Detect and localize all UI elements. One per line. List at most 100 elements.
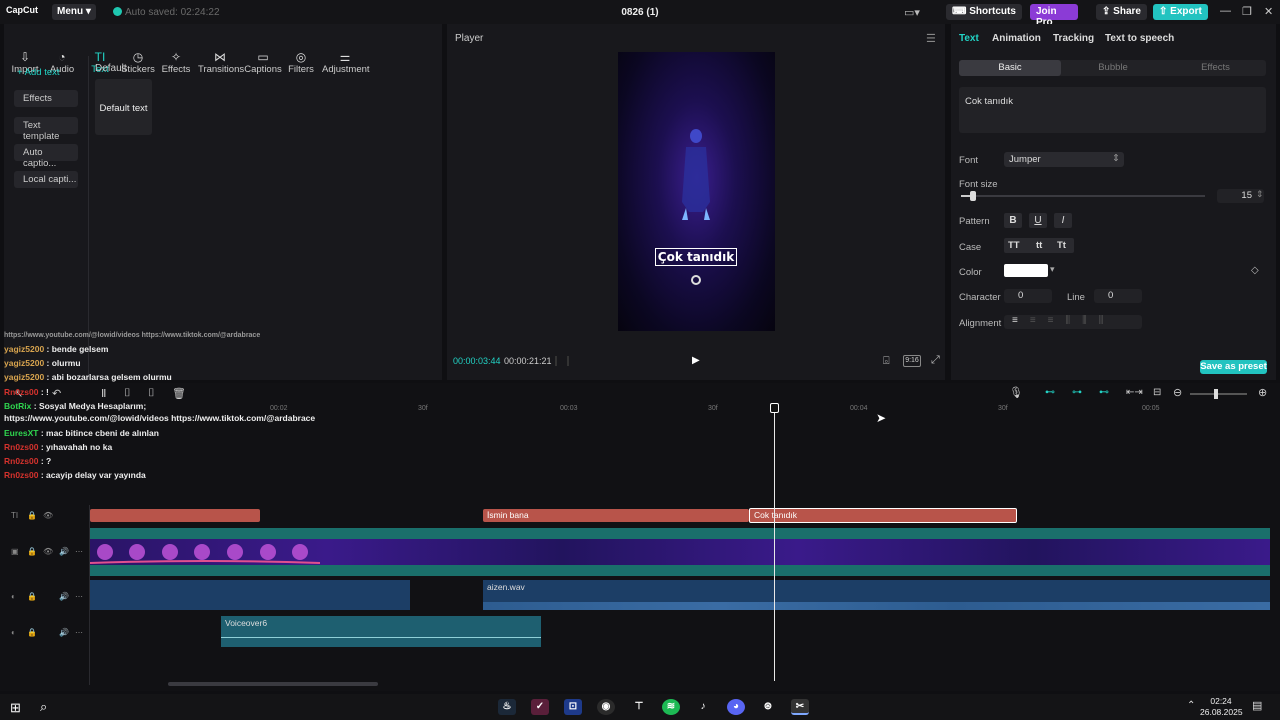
zoom-slider-handle[interactable]: [1214, 389, 1218, 399]
eye-icon[interactable]: 👁: [43, 511, 53, 520]
app-icon[interactable]: ⊤: [630, 699, 648, 715]
text-clip-cok-tanidik[interactable]: Cok tanıdık: [749, 508, 1017, 523]
minimize-icon[interactable]: —: [1220, 5, 1231, 17]
split-icon[interactable]: Ⅱ: [101, 387, 106, 400]
tab-text[interactable]: Text: [959, 33, 979, 44]
caption-icon[interactable]: ⊟: [1153, 387, 1161, 398]
search-icon[interactable]: ⌕: [40, 699, 47, 715]
link-main-icon[interactable]: ⊷: [1045, 387, 1055, 398]
steam-icon[interactable]: ♨: [498, 699, 516, 715]
ratio-button[interactable]: 9:16: [903, 355, 921, 367]
chevron-up-icon[interactable]: ⌃: [1187, 700, 1195, 711]
sidebar-item-auto-captions[interactable]: Auto captio...: [14, 144, 78, 169]
tab-tracking[interactable]: Tracking: [1053, 33, 1094, 44]
lock-icon[interactable]: 🔒: [27, 628, 37, 637]
link-icon[interactable]: ⊷: [1099, 387, 1109, 398]
app-icon[interactable]: ⊡: [564, 699, 582, 715]
playhead[interactable]: [774, 405, 775, 681]
character-input[interactable]: 0: [1004, 289, 1052, 303]
audio-clip-aizen[interactable]: aizen.wav: [483, 580, 1270, 610]
speaker-icon[interactable]: 🔊: [59, 547, 69, 556]
more-icon[interactable]: ⋯: [75, 592, 83, 601]
tiktok-icon[interactable]: ♪: [694, 699, 712, 715]
chrome-icon[interactable]: ◉: [597, 699, 615, 715]
fullscreen-icon[interactable]: ⤢: [931, 354, 940, 367]
lock-icon[interactable]: 🔒: [27, 547, 37, 556]
text-clip-ismin-bana[interactable]: İsmin bana: [483, 509, 749, 522]
font-select[interactable]: Jumper ⇕: [1004, 152, 1124, 167]
audio-clip[interactable]: [90, 580, 410, 610]
shortcuts-button[interactable]: ⌨ Shortcuts: [946, 4, 1022, 20]
undo-icon[interactable]: ↶: [52, 387, 61, 400]
play-icon[interactable]: ▶: [692, 355, 700, 366]
export-button[interactable]: ⇧ Export: [1153, 4, 1208, 20]
case-lower-button[interactable]: tt: [1036, 240, 1042, 251]
hamburger-icon[interactable]: ☰: [926, 32, 936, 45]
tab-text-to-speech[interactable]: Text to speech: [1105, 33, 1174, 44]
notification-icon[interactable]: ▤: [1252, 699, 1262, 712]
app-icon[interactable]: ✓: [531, 699, 549, 715]
save-as-preset-button[interactable]: Save as preset: [1200, 360, 1267, 374]
font-size-slider[interactable]: [961, 191, 1205, 201]
align-center-icon[interactable]: ≡: [1012, 315, 1030, 326]
text-content-input[interactable]: Cok tanıdık: [959, 87, 1266, 133]
trim-right-icon[interactable]: ⌷: [148, 387, 155, 400]
speaker-icon[interactable]: 🔊: [59, 628, 69, 637]
zoom-out-icon[interactable]: ⊖: [1173, 386, 1182, 399]
lock-icon[interactable]: 🔒: [27, 511, 37, 520]
toolbar-adjustment[interactable]: ⚌ Adjustment: [322, 50, 370, 75]
text-overlay-box[interactable]: Çok tanıdık: [655, 248, 737, 266]
sidebar-item-text-template[interactable]: Text template: [14, 117, 78, 142]
voiceover-clip[interactable]: Voiceover6: [221, 616, 541, 647]
zoom-in-icon[interactable]: ⊕: [1258, 386, 1267, 399]
more-icon[interactable]: ⋯: [75, 547, 83, 556]
lock-icon[interactable]: 🔒: [27, 592, 37, 601]
microphone-icon[interactable]: 🎙: [1009, 386, 1023, 399]
subtab-bubble[interactable]: Bubble: [1062, 60, 1164, 76]
sidebar-item-local-captions[interactable]: Local capti...: [14, 171, 78, 188]
case-upper-button[interactable]: TT: [1008, 240, 1020, 251]
rotate-handle-icon[interactable]: [691, 275, 701, 285]
capcut-taskbar-icon[interactable]: ✂: [791, 699, 809, 715]
discord-icon[interactable]: ◕: [727, 699, 745, 715]
windows-start-icon[interactable]: ⊞: [10, 700, 21, 716]
zoom-slider[interactable]: [1190, 389, 1247, 399]
magnet-icon[interactable]: ⊶: [1072, 387, 1082, 398]
maximize-icon[interactable]: ❐: [1242, 5, 1252, 18]
share-button[interactable]: ⇪ Share: [1096, 4, 1147, 20]
color-swatch[interactable]: [1004, 264, 1048, 277]
keyframe-icon[interactable]: ◇: [1251, 265, 1259, 276]
toolbar-effects[interactable]: ✧ Effects: [157, 50, 195, 75]
preview-axis-icon[interactable]: ⇤⇥: [1126, 387, 1143, 398]
font-size-slider-handle[interactable]: [970, 191, 977, 201]
alignment-group[interactable]: ≡≡≡⫼⫼⫼: [1004, 315, 1142, 329]
video-preview[interactable]: Çok tanıdık: [618, 52, 775, 331]
stepper-icon[interactable]: ⇕: [1256, 189, 1264, 200]
trim-left-icon[interactable]: ⌷: [124, 387, 131, 400]
markers-icon[interactable]: [555, 356, 569, 366]
line-input[interactable]: 0: [1094, 289, 1142, 303]
close-icon[interactable]: ✕: [1264, 5, 1273, 18]
delete-icon[interactable]: 🗑: [172, 387, 186, 400]
text-clip[interactable]: [90, 509, 260, 522]
underline-button[interactable]: U: [1029, 213, 1047, 228]
default-text-card[interactable]: Default text: [95, 79, 152, 135]
sidebar-item-effects[interactable]: Effects: [14, 90, 78, 107]
video-clip[interactable]: [90, 528, 1270, 576]
app-icon[interactable]: ⊛: [759, 699, 777, 715]
spotify-icon[interactable]: ≋: [662, 699, 680, 715]
timeline-scrollbar[interactable]: [168, 682, 378, 686]
subtab-basic[interactable]: Basic: [959, 60, 1061, 76]
speaker-icon[interactable]: 🔊: [59, 592, 69, 601]
sidebar-item-add-text[interactable]: + Add text: [14, 64, 78, 81]
more-icon[interactable]: ⋯: [75, 628, 83, 637]
italic-button[interactable]: I: [1054, 213, 1072, 228]
tab-animation[interactable]: Animation: [992, 33, 1041, 44]
bold-button[interactable]: B: [1004, 213, 1022, 228]
subtab-effects[interactable]: Effects: [1165, 60, 1266, 76]
layout-icon[interactable]: ▭▾: [904, 6, 920, 19]
playhead-handle[interactable]: [770, 403, 779, 413]
snapshot-icon[interactable]: ⌻: [883, 355, 890, 368]
toolbar-transitions[interactable]: ⋈ Transitions: [198, 50, 244, 75]
eye-icon[interactable]: 👁: [43, 547, 53, 556]
